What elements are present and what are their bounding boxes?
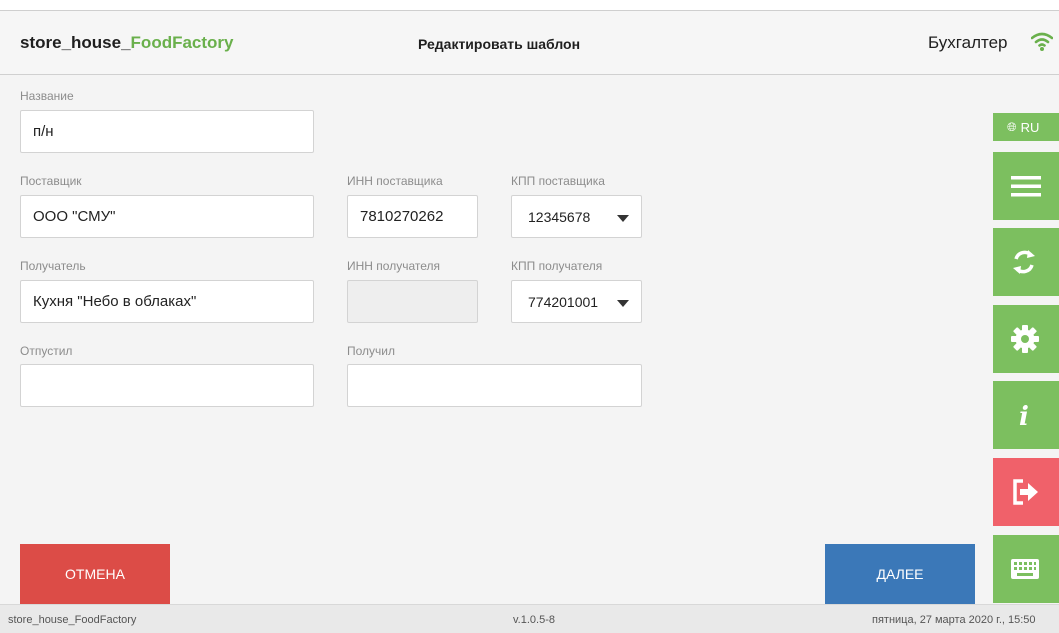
supplier-field[interactable] — [20, 195, 314, 238]
recipient-inn-label: ИНН получателя — [347, 259, 440, 273]
next-button[interactable]: Далее — [825, 544, 975, 604]
supplier-inn-field[interactable] — [347, 195, 478, 238]
recipient-kpp-label: КПП получателя — [511, 259, 603, 273]
keyboard-button[interactable] — [993, 535, 1059, 603]
footer-app-name: store_house_FoodFactory — [8, 614, 137, 626]
keyboard-icon — [1011, 559, 1039, 579]
released-field[interactable] — [20, 364, 314, 407]
settings-button[interactable] — [993, 305, 1059, 373]
gear-icon — [1011, 325, 1039, 353]
globe-icon: 🌐︎ — [1007, 119, 1017, 134]
name-label: Название — [20, 89, 74, 103]
logout-button[interactable] — [993, 458, 1059, 526]
sync-button[interactable] — [993, 228, 1059, 296]
supplier-inn-label: ИНН поставщика — [347, 174, 443, 188]
status-bar: store_house_FoodFactory v.1.0.5-8 пятниц… — [0, 604, 1059, 633]
chevron-down-icon — [617, 215, 629, 222]
released-label: Отпустил — [20, 344, 73, 358]
logout-icon — [1013, 479, 1038, 505]
header-bar: store_house_FoodFactory Редактировать ша… — [0, 10, 1059, 75]
footer-datetime: пятница, 27 марта 2020 г., 15:50 — [872, 614, 1036, 626]
supplier-kpp-value: 12345678 — [528, 209, 591, 225]
footer-version: v.1.0.5-8 — [513, 614, 555, 626]
language-button[interactable]: 🌐︎ RU — [993, 113, 1059, 141]
user-name[interactable]: Бухгалтер — [928, 33, 1008, 53]
app-title: store_house_FoodFactory — [20, 33, 234, 52]
svg-text:i: i — [1019, 402, 1029, 430]
received-field[interactable] — [347, 364, 642, 407]
info-button[interactable]: i — [993, 381, 1059, 449]
wifi-icon — [1031, 32, 1053, 51]
supplier-kpp-label: КПП поставщика — [511, 174, 605, 188]
recipient-kpp-value: 774201001 — [528, 294, 599, 310]
recipient-inn-field — [347, 280, 478, 323]
sync-icon — [1013, 250, 1035, 274]
cancel-button[interactable]: Отмена — [20, 544, 170, 604]
page-title: Редактировать шаблон — [418, 36, 581, 52]
info-icon: i — [1019, 402, 1029, 430]
recipient-label: Получатель — [20, 259, 86, 273]
received-label: Получил — [347, 344, 395, 358]
chevron-down-icon — [617, 300, 629, 307]
hamburger-icon — [1011, 176, 1041, 197]
recipient-field[interactable] — [20, 280, 314, 323]
supplier-label: Поставщик — [20, 174, 82, 188]
recipient-kpp-select[interactable]: 774201001 — [511, 280, 642, 323]
app-title-accent: FoodFactory — [130, 33, 234, 52]
window-top-strip — [0, 0, 1059, 10]
name-field[interactable] — [20, 110, 314, 153]
language-label: RU — [1020, 119, 1040, 135]
menu-button[interactable] — [993, 152, 1059, 220]
supplier-kpp-select[interactable]: 12345678 — [511, 195, 642, 238]
